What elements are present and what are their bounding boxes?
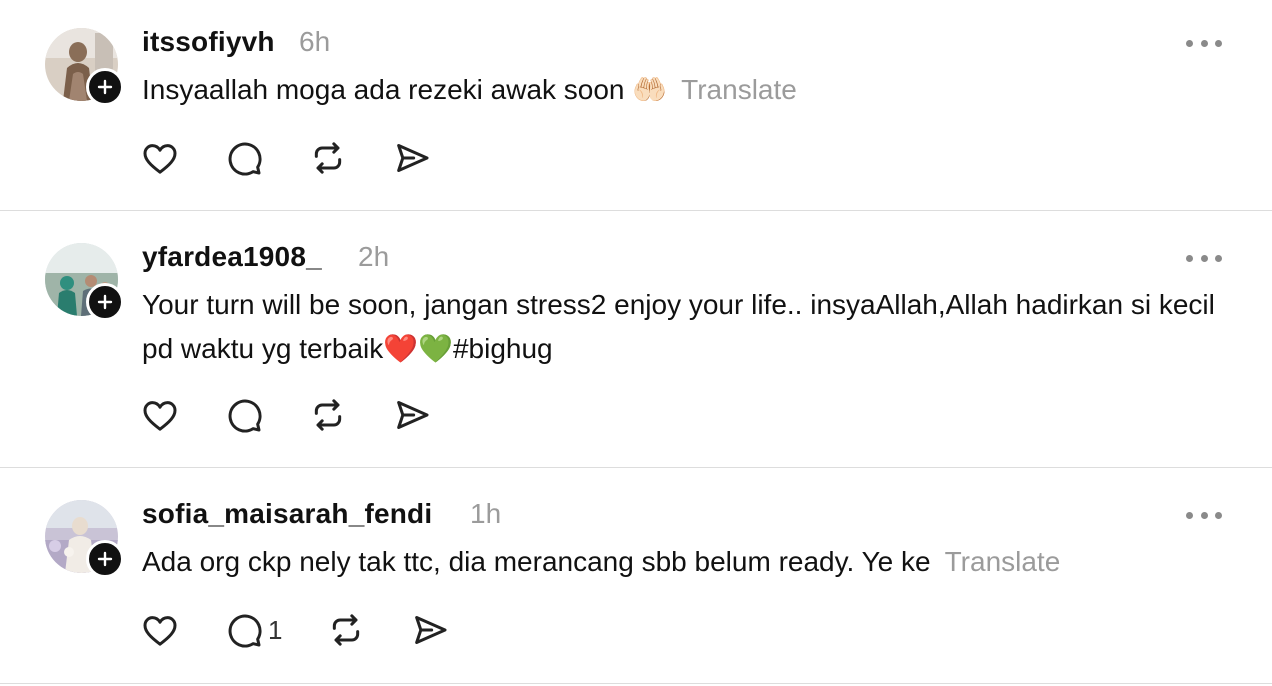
action-bar: 1: [140, 610, 494, 650]
action-bar: [140, 395, 476, 435]
post-text-container: Ada org ckp nely tak ttc, dia merancang …: [142, 540, 1232, 584]
username[interactable]: yfardea1908_: [142, 241, 322, 273]
reply-count: 1: [268, 614, 283, 645]
post-text-container: Insyaallah moga ada rezeki awak soon 🤲🏻 T…: [142, 68, 1232, 112]
more-options-icon: [1186, 254, 1193, 262]
plus-icon: [97, 551, 113, 567]
thread-post: itssofiyvh 6h Insyaallah moga ada rezeki…: [0, 0, 1272, 211]
plus-icon: [97, 79, 113, 95]
plus-icon: [97, 294, 113, 310]
reply-button[interactable]: 1: [224, 610, 282, 650]
heart-icon: [143, 144, 177, 174]
send-icon: [397, 401, 429, 429]
follow-badge[interactable]: [86, 283, 124, 321]
like-button[interactable]: [140, 138, 180, 178]
timestamp: 2h: [358, 241, 390, 272]
follow-badge[interactable]: [86, 68, 124, 106]
repost-button[interactable]: [326, 610, 366, 650]
action-bar: [140, 138, 476, 178]
more-options-button[interactable]: [1186, 253, 1222, 263]
post-text-container: Your turn will be soon, jangan stress2 e…: [142, 283, 1232, 371]
repost-button[interactable]: [308, 138, 348, 178]
comment-bubble-icon: [228, 142, 262, 176]
heart-icon: [143, 401, 177, 431]
thread-post: sofia_maisarah_fendi 1h Ada org ckp nely…: [0, 468, 1272, 684]
send-icon: [397, 144, 429, 172]
repost-icon: [314, 399, 342, 431]
thread-post: yfardea1908_ 2h Your turn will be soon, …: [0, 211, 1272, 468]
reply-button[interactable]: [224, 138, 264, 178]
repost-button[interactable]: [308, 395, 348, 435]
username[interactable]: itssofiyvh: [142, 26, 275, 58]
more-options-icon: [1186, 511, 1193, 519]
follow-badge[interactable]: [86, 540, 124, 578]
more-options-icon: [1186, 39, 1193, 47]
send-icon: [415, 616, 447, 644]
timestamp: 6h: [299, 26, 331, 57]
like-button[interactable]: [140, 610, 180, 650]
share-button[interactable]: [410, 610, 450, 650]
username[interactable]: sofia_maisarah_fendi: [142, 498, 432, 530]
post-text: Ada org ckp nely tak ttc, dia merancang …: [142, 546, 931, 577]
reply-button[interactable]: [224, 395, 264, 435]
repost-icon: [333, 614, 360, 646]
more-options-button[interactable]: [1186, 38, 1222, 48]
translate-link[interactable]: Translate: [681, 74, 797, 105]
more-options-button[interactable]: [1186, 510, 1222, 520]
translate-link[interactable]: Translate: [945, 546, 1061, 577]
heart-icon: [143, 616, 177, 646]
repost-icon: [314, 142, 342, 174]
share-button[interactable]: [392, 138, 432, 178]
post-text: Your turn will be soon, jangan stress2 e…: [142, 289, 1215, 364]
comment-bubble-icon: [228, 399, 262, 433]
comment-bubble-icon: [228, 614, 262, 648]
post-text: Insyaallah moga ada rezeki awak soon 🤲🏻: [142, 74, 668, 105]
timestamp: 1h: [470, 498, 502, 529]
share-button[interactable]: [392, 395, 432, 435]
like-button[interactable]: [140, 395, 180, 435]
